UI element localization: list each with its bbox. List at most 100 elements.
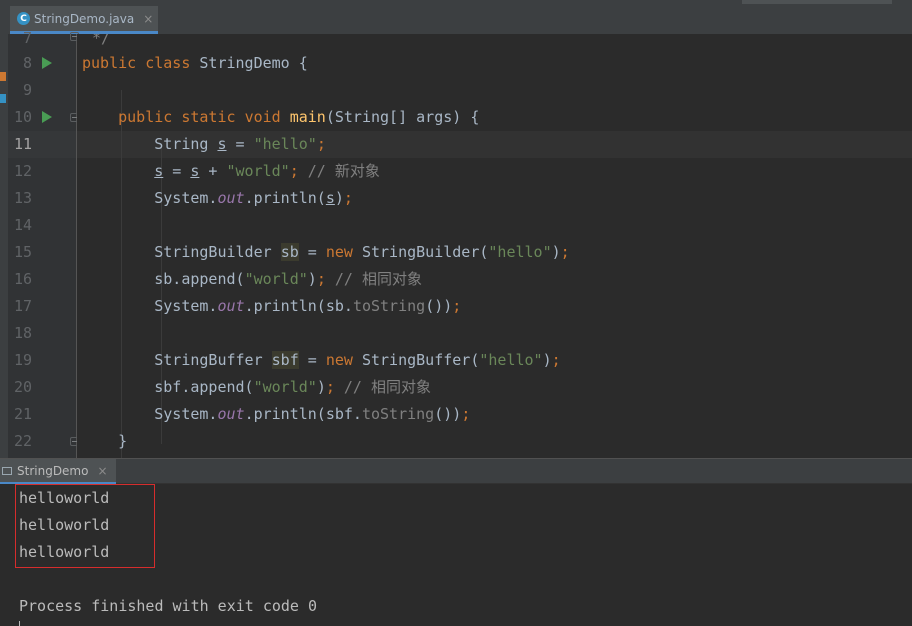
keyword: static xyxy=(181,108,236,126)
marker xyxy=(0,72,6,81)
keyword: public xyxy=(82,54,137,72)
console-output-line: helloworld xyxy=(19,489,110,507)
variable: s xyxy=(325,189,335,207)
string-literal: "hello" xyxy=(479,351,543,369)
constructor: StringBuffer( xyxy=(352,351,480,369)
line-number: 12 xyxy=(13,162,32,180)
string-literal: "world" xyxy=(226,162,290,180)
class-name: StringDemo xyxy=(199,54,290,72)
variable: sb xyxy=(280,243,299,261)
operator: = xyxy=(298,243,326,261)
method-name: toString xyxy=(352,297,426,315)
method-name: toString xyxy=(361,405,435,423)
line-number: 20 xyxy=(13,378,32,396)
line-number: 13 xyxy=(13,189,32,207)
method-call: sbf.append( xyxy=(154,378,254,396)
variable: s xyxy=(217,135,227,153)
line-number: 7 xyxy=(22,29,32,47)
string-literal: "world" xyxy=(253,378,317,396)
class-ref: System. xyxy=(154,405,218,423)
run-tab-stringdemo[interactable]: StringDemo × xyxy=(0,459,116,484)
semicolon: ; xyxy=(551,351,561,369)
code-line-21: System.out.println(sbf.toString()); xyxy=(82,401,470,428)
method-call: .println( xyxy=(244,189,326,207)
code-editor[interactable]: */ public class StringDemo { public stat… xyxy=(77,34,912,458)
line-number: 9 xyxy=(22,81,32,99)
line-number: 8 xyxy=(22,54,32,72)
run-tool-window-header: StringDemo × xyxy=(0,458,912,484)
semicolon: ; xyxy=(316,135,326,153)
close-icon[interactable]: × xyxy=(97,464,107,478)
console-output-line: helloworld xyxy=(19,516,110,534)
code-line-12: s = s + "world"; // 新对象 xyxy=(82,158,380,185)
keyword: class xyxy=(145,54,191,72)
line-number: 18 xyxy=(13,324,32,342)
params: (String[] args) { xyxy=(325,108,480,126)
run-class-icon[interactable] xyxy=(42,57,52,69)
line-number: 21 xyxy=(13,405,32,423)
line-number: 14 xyxy=(13,216,32,234)
comment: // 相同对象 xyxy=(325,270,422,288)
paren: ()) xyxy=(434,405,462,423)
variable: sbf xyxy=(271,351,299,369)
line-number: 16 xyxy=(13,270,32,288)
semicolon: ; xyxy=(325,378,335,396)
line-number: 15 xyxy=(13,243,32,261)
class-ref: System. xyxy=(154,189,218,207)
line-number-current: 11 xyxy=(13,135,32,153)
line-number: 19 xyxy=(13,351,32,369)
semicolon: ; xyxy=(461,405,471,423)
comment: // 相同对象 xyxy=(334,378,431,396)
run-main-icon[interactable] xyxy=(42,111,52,123)
comment-end: */ xyxy=(92,34,111,47)
brace: } xyxy=(118,432,128,450)
code-line-20: sbf.append("world"); // 相同对象 xyxy=(82,374,431,401)
string-literal: "hello" xyxy=(253,135,317,153)
semicolon: ; xyxy=(316,270,326,288)
keyword: void xyxy=(244,108,281,126)
semicolon: ; xyxy=(343,189,353,207)
project-panel-edge xyxy=(0,34,8,458)
code-line-10: public static void main(String[] args) { xyxy=(82,104,479,131)
comment: // 新对象 xyxy=(298,162,380,180)
line-number: 22 xyxy=(13,432,32,450)
operator: = xyxy=(298,351,326,369)
method-call: .println(sbf. xyxy=(244,405,362,423)
run-console[interactable]: helloworld helloworld helloworld Process… xyxy=(0,484,912,626)
operator: = xyxy=(226,135,254,153)
console-icon xyxy=(2,466,12,475)
keyword: new xyxy=(325,243,353,261)
static-field: out xyxy=(217,297,245,315)
console-output-line: helloworld xyxy=(19,543,110,561)
method-call: sb.append( xyxy=(154,270,245,288)
java-class-icon: C xyxy=(17,12,30,25)
method-call: .println(sb. xyxy=(244,297,353,315)
editor-tab-bar: C StringDemo.java × xyxy=(0,0,912,35)
semicolon: ; xyxy=(560,243,570,261)
code-line-11: String s = "hello"; xyxy=(82,131,326,158)
type: StringBuffer xyxy=(154,351,272,369)
operator: = xyxy=(163,162,191,180)
exit-message: Process finished with exit code 0 xyxy=(19,597,318,615)
constructor: StringBuilder( xyxy=(352,243,489,261)
paren: ) xyxy=(334,189,344,207)
code-line-13: System.out.println(s); xyxy=(82,185,353,212)
static-field: out xyxy=(217,189,245,207)
paren: ) xyxy=(551,243,561,261)
string-literal: "world" xyxy=(244,270,308,288)
tab-stringdemo-java[interactable]: C StringDemo.java × xyxy=(10,6,158,34)
code-line-19: StringBuffer sbf = new StringBuffer("hel… xyxy=(82,347,561,374)
code-line-15: StringBuilder sb = new StringBuilder("he… xyxy=(82,239,570,266)
keyword: new xyxy=(325,351,353,369)
method-name: main xyxy=(289,108,326,126)
class-ref: System. xyxy=(154,297,218,315)
run-tab-label: StringDemo xyxy=(17,463,89,478)
code-line-17: System.out.println(sb.toString()); xyxy=(82,293,461,320)
paren: ) xyxy=(307,270,317,288)
type: String xyxy=(154,135,218,153)
line-number-gutter: 7 8 9 10 11 12 13 14 15 16 17 18 19 20 2… xyxy=(8,29,79,458)
close-icon[interactable]: × xyxy=(143,12,153,26)
paren: ()) xyxy=(425,297,453,315)
marker xyxy=(0,94,6,103)
operator: + xyxy=(199,162,227,180)
